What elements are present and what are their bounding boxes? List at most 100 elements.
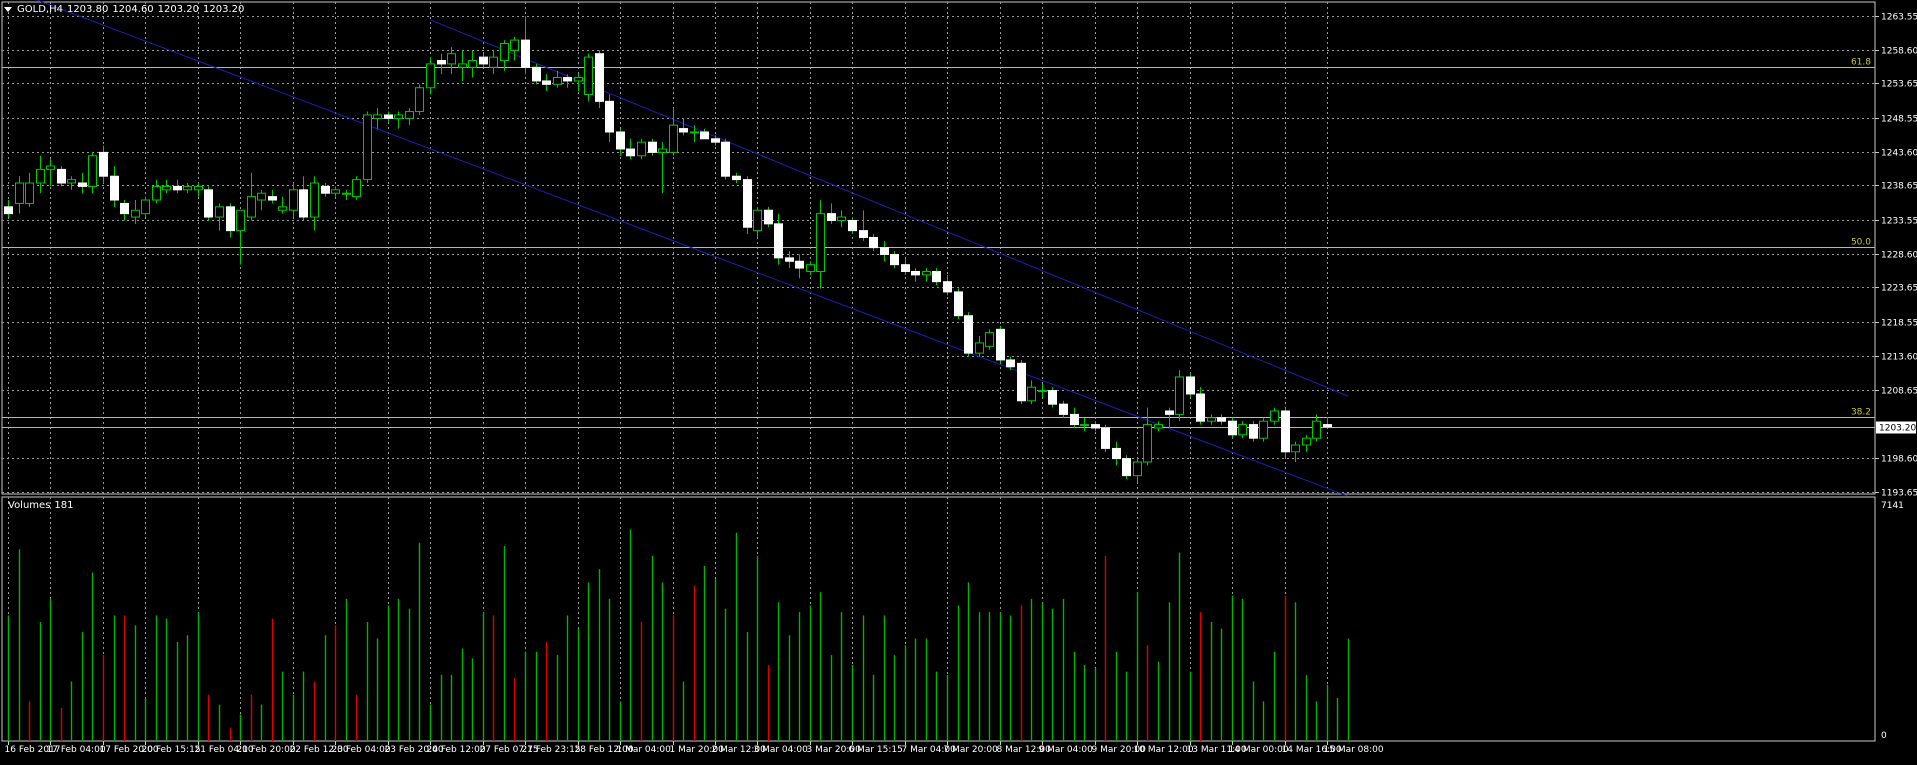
candle-body [342,192,351,195]
candle [1186,373,1195,398]
price-tick-label: 1198.60 [1881,455,1917,465]
candle-body [1302,437,1311,446]
candle [1281,407,1290,459]
candle [257,189,266,211]
candle [1112,441,1121,466]
time-tick-label: 21 Feb 20:00 [237,745,296,755]
candle-body [373,114,382,119]
candle-body [721,141,730,177]
candle [88,152,97,194]
candle [890,251,899,269]
candle-body [996,328,1005,361]
candle [1038,383,1047,398]
candle [542,74,551,92]
candle [15,176,24,214]
candle-body [310,182,319,218]
candle [911,268,920,282]
candle-body [1059,403,1068,415]
candle [405,108,414,126]
candle-body [806,264,815,272]
candle-body [278,206,287,211]
candle-body [1091,424,1100,429]
candle-body [510,39,519,51]
candle-body [932,270,941,283]
candle-body [1312,420,1321,439]
candle [669,108,678,156]
time-tick-label: 24 Feb 12:00 [427,745,486,755]
candle-body [1070,413,1079,426]
candle [532,63,541,85]
candle-body [1154,424,1163,429]
candle-body [1048,390,1057,405]
candle-body [415,87,424,113]
candle [690,125,699,143]
candle [584,53,593,102]
candle [816,200,825,289]
candle-body [563,77,572,82]
candle-body [173,185,182,191]
price-tick-label: 1218.55 [1881,319,1917,329]
candle [648,138,657,156]
candle [78,172,87,194]
channel-lower-line[interactable] [8,0,1349,497]
candle [827,203,836,224]
candle [1228,417,1237,439]
candle-body [985,332,994,347]
candle-body [1323,424,1332,428]
candle [57,166,66,187]
candle [36,155,45,194]
candle [1207,414,1216,425]
candle-body [215,206,224,218]
time-tick-label: 23 Feb 04:00 [332,745,391,755]
time-tick-label: 14 Mar 00:00 [1229,745,1289,755]
chart-window[interactable]: 1263.55 1258.60 1253.65 1248.55 1243.60 1238.… [0,0,1917,761]
candle-body [46,165,55,170]
candle [299,176,308,221]
candle [521,16,530,75]
candle-body [131,209,140,218]
candle-body [1080,424,1089,427]
candle [215,203,224,231]
candle-body [648,141,657,153]
candle-body [848,219,857,232]
candle-body [753,209,762,232]
candle-body [1196,393,1205,422]
candle-body [816,213,825,272]
menu-triangle-icon[interactable] [4,6,12,12]
candle-body [67,179,76,184]
volume-tick-label: 7141 [1881,501,1904,511]
candle [869,234,878,252]
candle-body [426,63,435,89]
candle-body [1238,424,1247,436]
candle-body [236,209,245,232]
candle [278,196,287,214]
candle-body [88,155,97,187]
candle [46,159,55,187]
candle-body [458,63,467,68]
chart-canvas[interactable]: 1263.55 1258.60 1253.65 1248.55 1243.60 1238.… [0,0,1917,761]
candle-body [1259,420,1268,439]
price-tick-label: 1213.60 [1881,353,1917,363]
candle [732,172,741,184]
candle-body [521,39,530,68]
candle [479,53,488,68]
candle [1175,370,1184,422]
candle-body [1291,444,1300,453]
candle [743,176,752,235]
candle-body [204,189,213,218]
candle [384,111,393,122]
candle-body [331,189,340,194]
fib-level-label: 38.2 [1851,408,1871,418]
candle-body [25,182,34,204]
candle-body [1122,458,1131,477]
candle-body [468,60,477,68]
candle [342,189,351,201]
price-tick-label: 1263.55 [1881,13,1917,23]
candle-body [479,56,488,65]
candle-body [4,206,13,215]
candle [837,210,846,228]
time-tick-label: 10 Mar 12:00 [1134,745,1194,755]
candle-body [162,185,171,191]
candle-body [669,124,678,153]
candle-body [901,264,910,272]
